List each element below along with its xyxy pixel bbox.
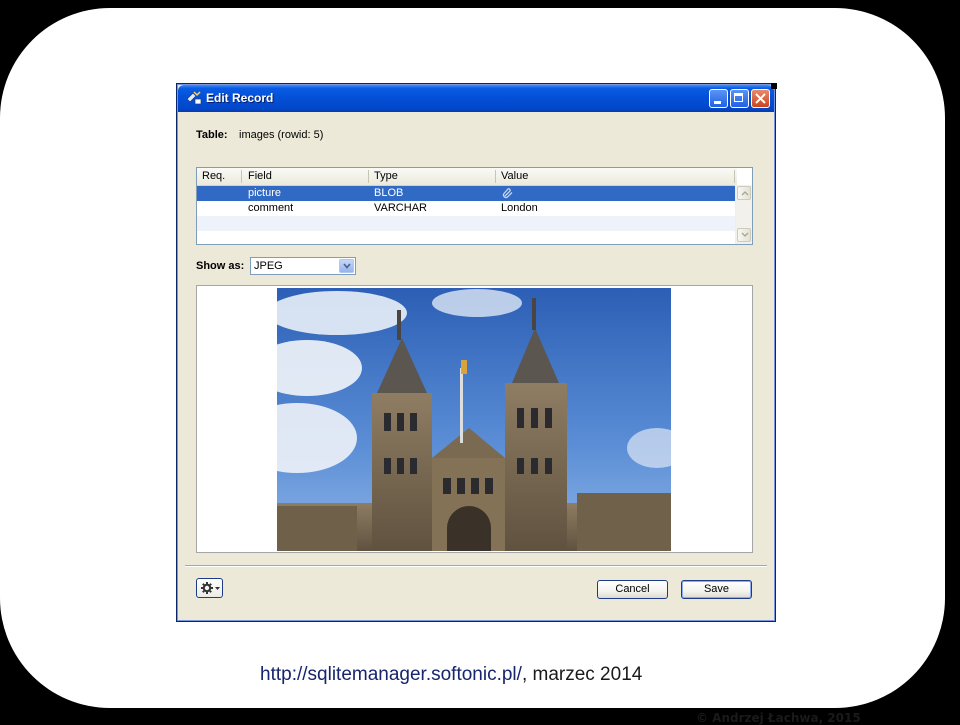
edit-record-dialog: Edit Record Table: images (rowid: 5) Req… bbox=[176, 83, 776, 622]
slide-caption: http://sqlitemanager.softonic.pl/, marze… bbox=[260, 664, 642, 686]
caret-down-icon bbox=[215, 587, 220, 590]
save-button[interactable]: Save bbox=[681, 580, 752, 599]
column-header-req[interactable]: Req. bbox=[202, 170, 225, 183]
cancel-button[interactable]: Cancel bbox=[597, 580, 668, 599]
show-as-label: Show as: bbox=[196, 260, 245, 272]
vertical-scrollbar[interactable] bbox=[735, 185, 752, 244]
empty-row bbox=[197, 216, 737, 231]
building-photo bbox=[277, 288, 671, 551]
row-field: picture bbox=[248, 187, 282, 199]
chevron-down-icon bbox=[343, 263, 351, 269]
column-header-type[interactable]: Type bbox=[374, 170, 398, 183]
chevron-down-icon bbox=[741, 232, 749, 237]
close-button[interactable] bbox=[751, 89, 770, 108]
gear-icon bbox=[201, 582, 213, 594]
minimize-button[interactable] bbox=[709, 89, 728, 108]
row-field: comment bbox=[248, 202, 294, 214]
scroll-down-button[interactable] bbox=[737, 228, 751, 242]
copyright-notice: © Andrzej Łachwa, 2015 bbox=[696, 711, 861, 725]
column-header-value[interactable]: Value bbox=[501, 170, 528, 183]
footer-divider bbox=[185, 565, 767, 567]
paperclip-icon[interactable] bbox=[502, 187, 514, 199]
table-label: Table: bbox=[196, 129, 228, 141]
table-row[interactable]: picture BLOB bbox=[197, 186, 737, 201]
resize-mark bbox=[771, 83, 777, 89]
table-value: images (rowid: 5) bbox=[239, 129, 324, 141]
edit-record-icon bbox=[186, 91, 202, 105]
grid-header: Req. Field Type Value bbox=[197, 168, 737, 186]
image-preview-panel bbox=[196, 285, 753, 553]
column-header-field[interactable]: Field bbox=[248, 170, 272, 183]
title-bar[interactable]: Edit Record bbox=[178, 85, 774, 112]
fields-grid[interactable]: Req. Field Type Value picture BLOB comme… bbox=[196, 167, 753, 245]
show-as-select[interactable]: JPEG bbox=[250, 257, 356, 275]
caption-link[interactable]: http://sqlitemanager.softonic.pl/ bbox=[260, 664, 522, 685]
window-title: Edit Record bbox=[206, 91, 274, 105]
chevron-up-icon bbox=[741, 191, 749, 196]
caption-text: , marzec 2014 bbox=[521, 664, 643, 685]
maximize-button[interactable] bbox=[730, 89, 749, 108]
dropdown-button[interactable] bbox=[339, 259, 354, 273]
scroll-up-button[interactable] bbox=[737, 186, 751, 200]
options-menu-button[interactable] bbox=[196, 578, 223, 598]
row-value: London bbox=[501, 202, 538, 214]
row-type: VARCHAR bbox=[374, 202, 427, 214]
row-type: BLOB bbox=[374, 187, 404, 199]
show-as-value: JPEG bbox=[254, 260, 283, 272]
close-icon bbox=[755, 93, 766, 104]
slide-background: Edit Record Table: images (rowid: 5) Req… bbox=[0, 0, 960, 725]
table-row[interactable]: comment VARCHAR London bbox=[197, 201, 737, 216]
